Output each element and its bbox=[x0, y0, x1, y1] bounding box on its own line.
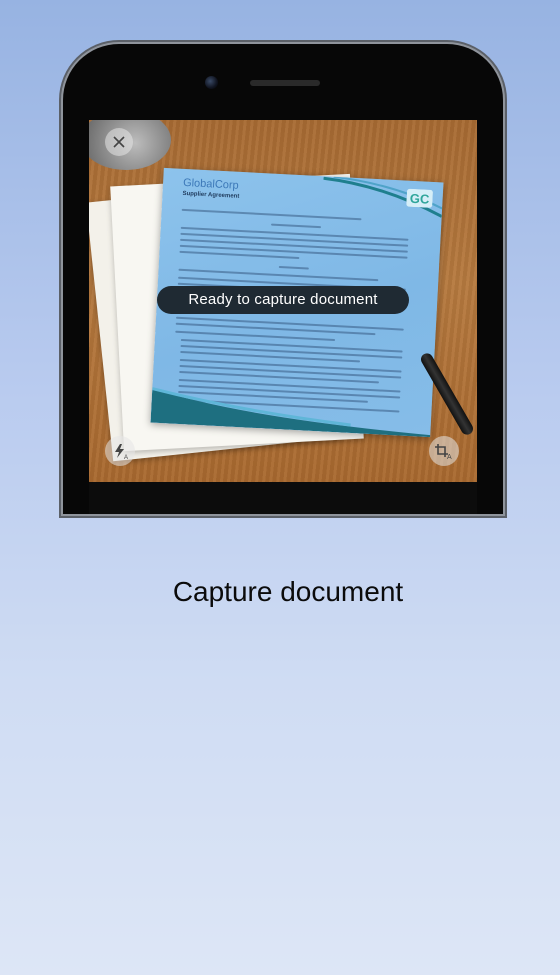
front-camera bbox=[205, 76, 218, 89]
flash-auto-icon: A bbox=[115, 444, 128, 460]
close-icon bbox=[113, 136, 125, 148]
doc-company-name: GlobalCorp bbox=[182, 176, 239, 192]
crop-text-icon: A bbox=[435, 444, 452, 460]
feature-caption: Capture document bbox=[172, 576, 404, 607]
gc-logo-icon: GC bbox=[406, 188, 433, 208]
phone-frame: GlobalCorp Supplier Agreement GC Ready t… bbox=[63, 44, 503, 514]
close-button[interactable] bbox=[105, 128, 133, 156]
earpiece-speaker bbox=[250, 80, 320, 86]
doc-title: Supplier Agreement bbox=[182, 190, 240, 200]
capture-status-pill: Ready to capture document bbox=[157, 286, 409, 314]
flash-toggle-button[interactable]: A bbox=[105, 436, 135, 466]
camera-bottom-bar bbox=[89, 482, 477, 514]
crop-text-button[interactable]: A bbox=[429, 436, 459, 466]
camera-viewfinder[interactable]: GlobalCorp Supplier Agreement GC Ready t… bbox=[89, 120, 477, 482]
svg-text:GC: GC bbox=[409, 191, 430, 207]
svg-text:A: A bbox=[447, 454, 452, 460]
svg-text:A: A bbox=[124, 455, 128, 460]
